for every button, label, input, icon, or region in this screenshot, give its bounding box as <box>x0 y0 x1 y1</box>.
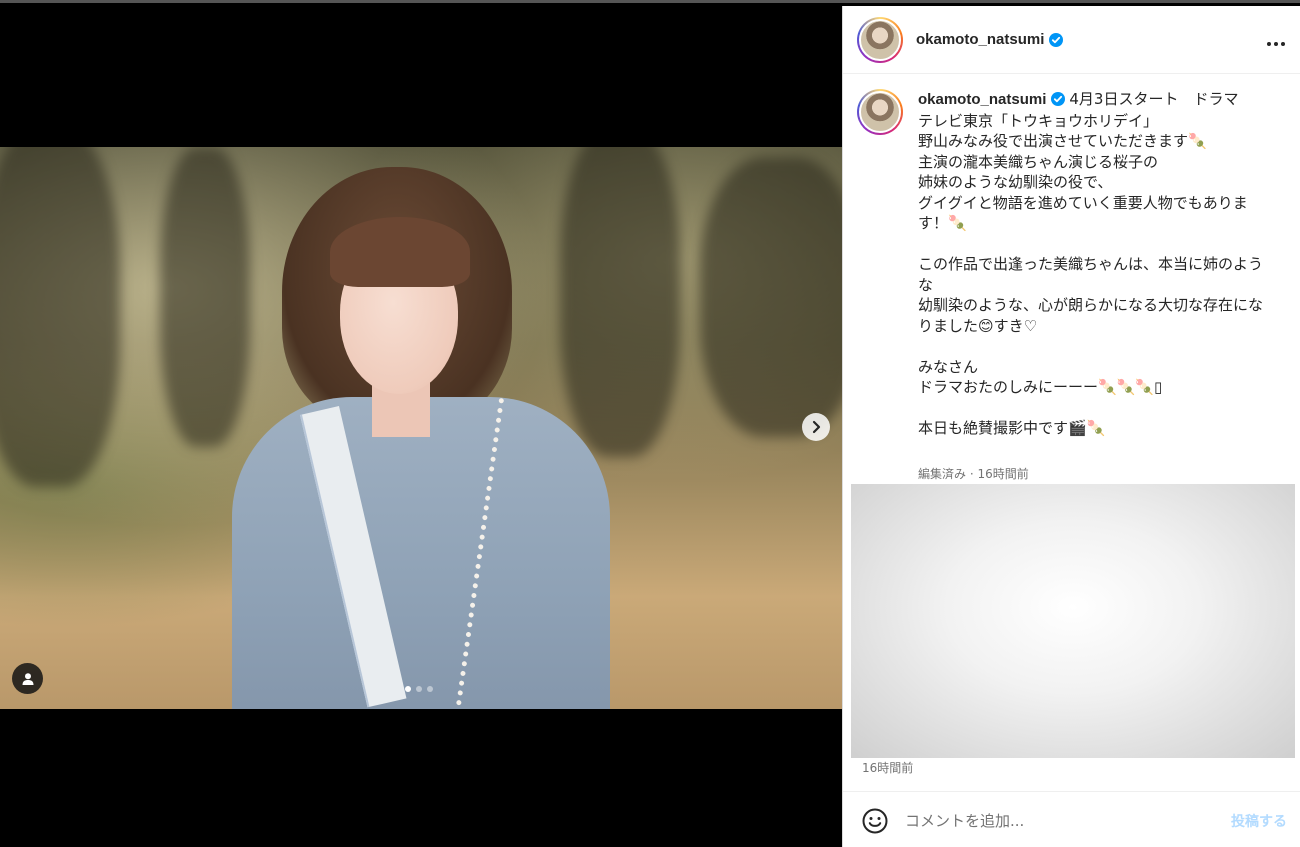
post-photo <box>0 147 842 709</box>
carousel-dot <box>427 686 433 692</box>
post-modal: okamoto_natsumi okamoto_natsumi 4月3日スタート … <box>0 0 1300 847</box>
caption-username[interactable]: okamoto_natsumi <box>918 91 1046 108</box>
post-header: okamoto_natsumi <box>843 6 1300 74</box>
user-tag-icon <box>22 672 33 685</box>
more-horizontal-icon <box>1267 41 1285 46</box>
caption-line: 本日も絶賛撮影中です🎬🍡 <box>918 419 1106 437</box>
next-button[interactable] <box>802 413 830 441</box>
background-tree <box>0 147 120 487</box>
caption-meta: 編集済み · 16時間前 <box>918 467 1029 481</box>
caption-line: 幼馴染のような、心が朗らかになる大切な存在になりました😊すき♡ <box>918 296 1264 335</box>
caption-content: 4月3日スタート ドラマ テレビ東京「トウキョウホリデイ」 野山みなみ役で出演さ… <box>918 90 1263 437</box>
caption-section: okamoto_natsumi 4月3日スタート ドラマ テレビ東京「トウキョウホ… <box>843 75 1300 482</box>
background-tree <box>160 147 250 447</box>
caption-line: 4月3日スタート ドラマ <box>1069 90 1239 108</box>
person-bangs <box>330 217 470 287</box>
author-username[interactable]: okamoto_natsumi <box>916 31 1044 48</box>
verified-badge-icon <box>1051 92 1066 106</box>
more-options-button[interactable] <box>1266 28 1286 52</box>
comment-bar: 投稿する <box>843 791 1300 847</box>
post-comment-button[interactable]: 投稿する <box>1231 811 1287 831</box>
background-tree <box>560 147 680 457</box>
caption-line: ドラマおたのしみにーーー🍡🍡🍡▯ <box>918 378 1163 396</box>
caption-line: 野山みなみ役で出演させていただきます🍡 <box>918 132 1207 150</box>
author-avatar[interactable] <box>857 16 903 63</box>
caption-text: okamoto_natsumi 4月3日スタート ドラマ テレビ東京「トウキョウホ… <box>918 89 1272 482</box>
caption-line: みなさん <box>918 357 979 376</box>
carousel-dot <box>416 686 422 692</box>
caption-line: テレビ東京「トウキョウホリデイ」 <box>918 111 1159 130</box>
post-sidebar: okamoto_natsumi okamoto_natsumi 4月3日スタート … <box>842 6 1300 847</box>
caption-line: 姉妹のような幼馴染の役で、 <box>918 173 1113 191</box>
carousel-dot <box>405 686 411 692</box>
caption-line: グイグイと物語を進めていく重要人物でもあります！🍡 <box>918 193 1248 233</box>
emoji-icon <box>862 808 888 834</box>
tagged-users-button[interactable] <box>12 663 43 694</box>
caption-author-avatar[interactable] <box>857 89 903 135</box>
verified-badge-icon <box>1049 32 1064 47</box>
post-timestamp: 16時間前 <box>862 761 914 775</box>
chevron-right-icon <box>812 420 821 434</box>
background-tree <box>700 157 842 437</box>
person-cardigan <box>232 397 610 709</box>
carousel-indicator <box>405 686 433 692</box>
caption-line: 主演の瀧本美織ちゃん演じる桜子の <box>918 152 1159 171</box>
emoji-button[interactable] <box>861 807 889 835</box>
caption: okamoto_natsumi 4月3日スタート ドラマ テレビ東京「トウキョウホ… <box>857 89 1287 482</box>
comment-input[interactable] <box>905 812 1221 830</box>
media-viewer <box>0 6 842 847</box>
caption-line: この作品で出逢った美織ちゃんは、本当に姉のような <box>918 255 1264 294</box>
loading-placeholder <box>851 484 1295 758</box>
